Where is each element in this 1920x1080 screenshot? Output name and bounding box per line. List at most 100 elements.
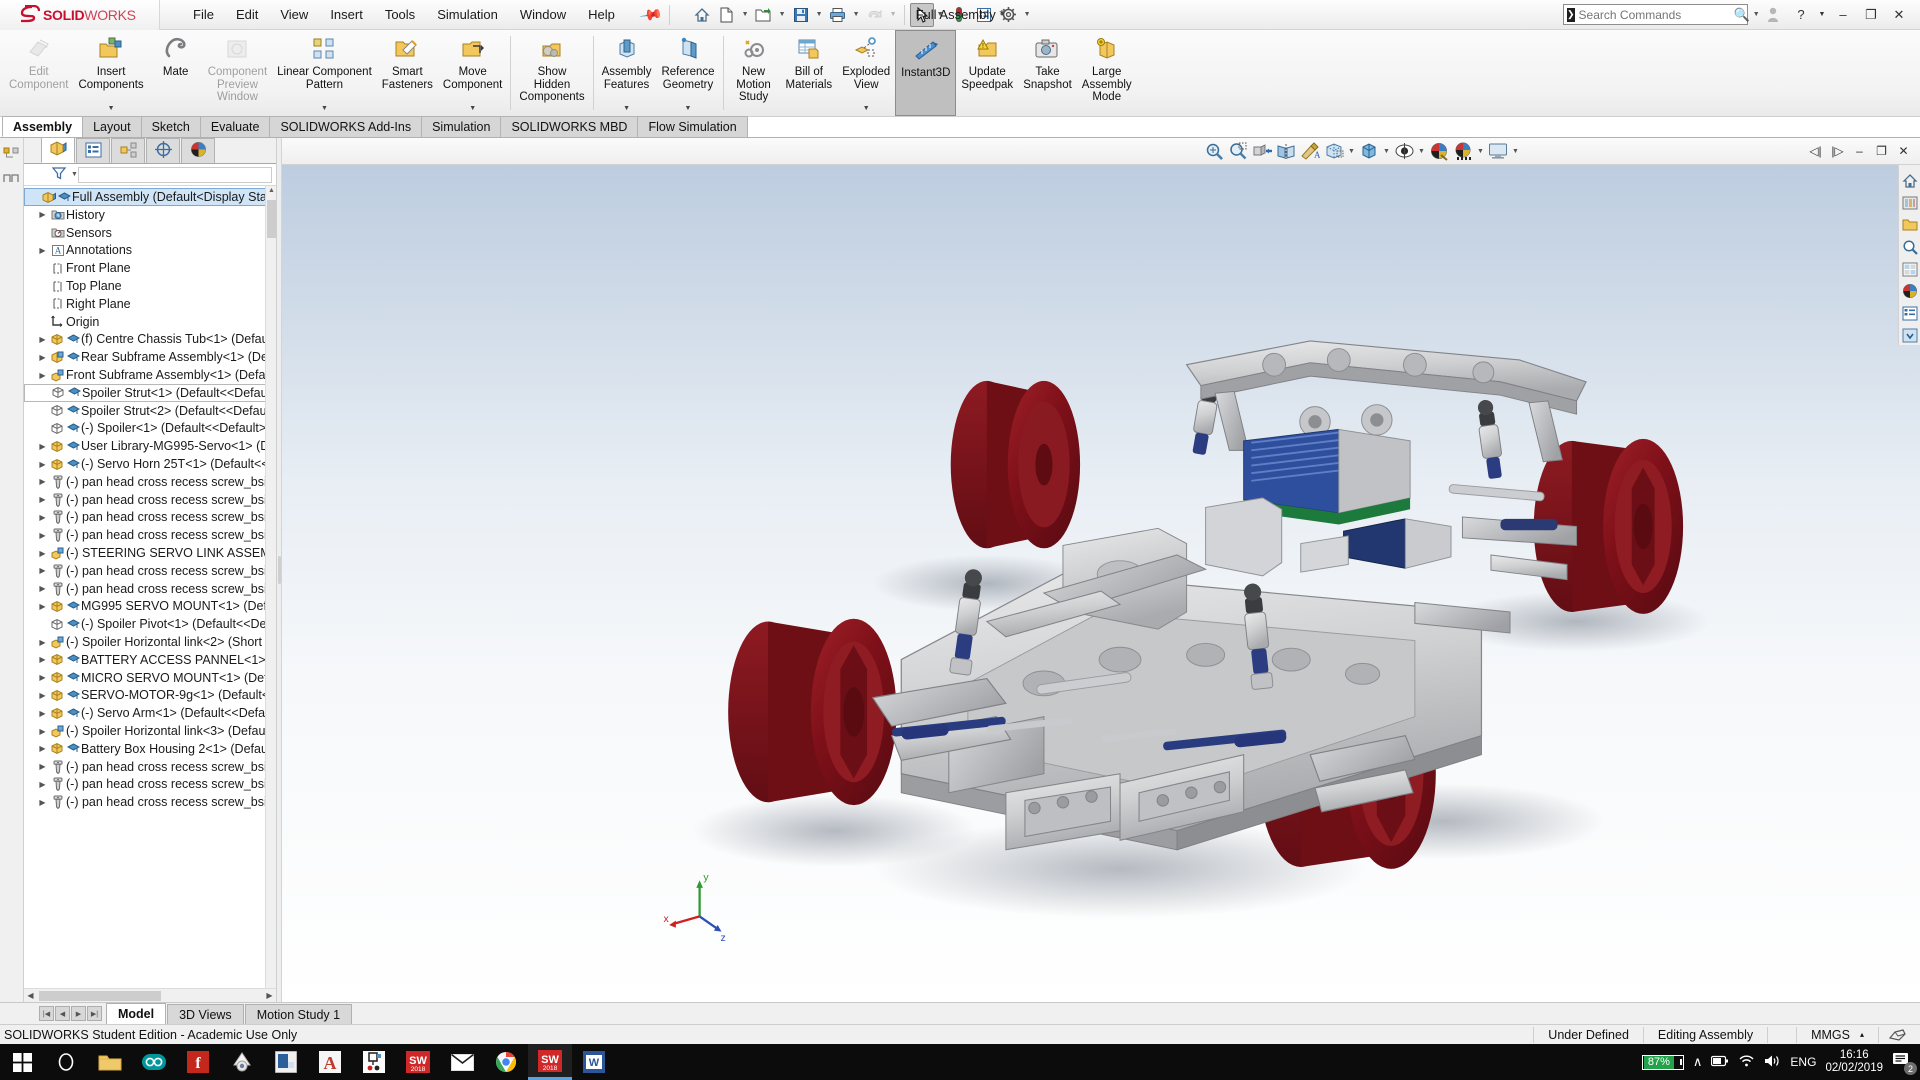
expand-arrow-icon[interactable]: ▶: [36, 566, 49, 575]
options-gear-icon[interactable]: [997, 3, 1021, 27]
menu-tools[interactable]: Tools: [374, 4, 426, 25]
feature-tree-item[interactable]: Front Plane: [24, 259, 276, 277]
expand-arrow-icon[interactable]: ▶: [36, 780, 49, 789]
wifi-icon[interactable]: [1738, 1054, 1755, 1070]
graphics-area[interactable]: A ▼ ▼ ▼ ▼ ▼ ◁| |▷ – ❐ ✕ y x z: [282, 138, 1920, 1002]
expand-arrow-icon[interactable]: ▶: [36, 602, 49, 611]
volume-icon[interactable]: [1764, 1054, 1781, 1071]
filter-caret-icon[interactable]: ▼: [71, 171, 78, 178]
viewport-icon[interactable]: [1486, 139, 1510, 163]
feature-tree-item[interactable]: Spoiler Strut<1> (Default<<Default>_: [24, 383, 276, 402]
scroll-left-icon[interactable]: ◀: [24, 991, 37, 1000]
language-indicator[interactable]: ENG: [1790, 1055, 1816, 1069]
feature-tree-item[interactable]: ▶ BATTERY ACCESS PANNEL<1> (Defau: [24, 651, 276, 669]
feature-tree-item[interactable]: ▶ (-) Spoiler Horizontal link<3> (Default…: [24, 722, 276, 740]
home-icon[interactable]: [690, 3, 714, 27]
feature-tree-item[interactable]: ▶ (-) pan head cross recess screw_bsi<3> …: [24, 509, 276, 527]
command-tab-evaluate[interactable]: Evaluate: [199, 116, 271, 137]
solidworks-2018-active-taskbar-icon[interactable]: SW 2018: [528, 1044, 572, 1080]
expand-arrow-icon[interactable]: ▶: [36, 477, 49, 486]
feature-tree-item[interactable]: ▶ (-) pan head cross recess screw_bsi<5> …: [24, 562, 276, 580]
feature-tree-item[interactable]: ▶ User Library-MG995-Servo<1> (Defau: [24, 437, 276, 455]
feature-tree-item[interactable]: Spoiler Strut<2> (Default<<Default>_: [24, 402, 276, 420]
restore-graphics-window-button[interactable]: ❐: [1871, 141, 1892, 162]
flyout-tree-icon[interactable]: [0, 144, 22, 166]
expand-arrow-icon[interactable]: ▶: [36, 371, 49, 380]
feature-tree-item[interactable]: ▶ Rear Subframe Assembly<1> (Default: [24, 348, 276, 366]
feature-tree-item[interactable]: Origin: [24, 313, 276, 331]
previous-tab-button[interactable]: ◀: [55, 1006, 70, 1021]
close-button[interactable]: ✕: [1886, 3, 1912, 27]
ribbon-move-component-button[interactable]: Move Component ▼: [438, 30, 507, 116]
expand-arrow-icon[interactable]: ▶: [36, 727, 49, 736]
feature-tree-item[interactable]: ▶ (-) pan head cross recess screw_bsi<6> …: [24, 580, 276, 598]
undo-icon[interactable]: [863, 3, 887, 27]
ribbon-large-assembly-mode-button[interactable]: Large Assembly Mode: [1077, 30, 1137, 116]
ribbon-take-snapshot-button[interactable]: Take Snapshot: [1018, 30, 1077, 116]
menu-view[interactable]: View: [269, 4, 319, 25]
edit-appearance-icon[interactable]: A: [1298, 139, 1322, 163]
expand-arrow-icon[interactable]: ▶: [36, 442, 49, 451]
display-style-caret-icon[interactable]: ▼: [1381, 139, 1392, 163]
previous-view-button[interactable]: ◁|: [1805, 141, 1826, 162]
feature-tree-item[interactable]: ▶ (-) pan head cross recess screw_bsi<1> …: [24, 473, 276, 491]
save-icon[interactable]: [789, 3, 813, 27]
ribbon-insert-components-button[interactable]: Insert Components ▼: [73, 30, 148, 116]
drop-panel-icon[interactable]: [1900, 325, 1920, 345]
expand-arrow-icon[interactable]: ▶: [36, 353, 49, 362]
feature-tree-item[interactable]: ▶ (-) pan head cross recess screw_bsi<8> …: [24, 776, 276, 794]
new-document-icon[interactable]: [715, 3, 739, 27]
expand-arrow-icon[interactable]: ▶: [36, 691, 49, 700]
rebuild-icon[interactable]: [947, 3, 971, 27]
feature-tree-item[interactable]: ▶ SERVO-MOTOR-9g<1> (Default<<De: [24, 687, 276, 705]
property-manager-tab[interactable]: [76, 138, 110, 163]
menu-window[interactable]: Window: [509, 4, 577, 25]
fritzing-taskbar-icon[interactable]: [352, 1044, 396, 1080]
display-style-icon[interactable]: [1357, 139, 1381, 163]
hide-show-items-caret-icon[interactable]: ▼: [1416, 139, 1427, 163]
print-icon[interactable]: [826, 3, 850, 27]
feature-tree-item[interactable]: Full Assembly (Default<Display State-1>): [24, 188, 276, 206]
expand-arrow-icon[interactable]: ▶: [36, 638, 49, 647]
hide-show-items-icon[interactable]: [1392, 139, 1416, 163]
expand-arrow-icon[interactable]: ▶: [36, 335, 49, 344]
word-taskbar-icon[interactable]: W: [572, 1044, 616, 1080]
command-tab-sketch[interactable]: Sketch: [140, 116, 201, 137]
search-commands-box[interactable]: ❯ 🔍 ▼: [1563, 4, 1760, 25]
notification-center-icon[interactable]: 2: [1892, 1051, 1917, 1075]
ribbon-dropdown-caret-icon[interactable]: ▼: [469, 105, 476, 116]
feature-tree-item[interactable]: ▶ MICRO SERVO MOUNT<1> (Default<: [24, 669, 276, 687]
feature-tree-item[interactable]: ▶ (-) STEERING SERVO LINK ASSEMBLY<1> (: [24, 544, 276, 562]
section-view-icon[interactable]: [1250, 139, 1274, 163]
next-tab-button[interactable]: ▶: [71, 1006, 86, 1021]
ribbon-update-speedpak-button[interactable]: ! Update Speedpak: [956, 30, 1018, 116]
filter-icon[interactable]: [51, 166, 67, 183]
feature-tree-item[interactable]: ▶ (-) pan head cross recess screw_bsi<7> …: [24, 758, 276, 776]
feature-tree-tab[interactable]: [41, 137, 75, 163]
menu-insert[interactable]: Insert: [319, 4, 374, 25]
ribbon-mate-button[interactable]: Mate: [149, 30, 203, 116]
feature-tree-item[interactable]: ▶ (-) Servo Horn 25T<1> (Default<<Def: [24, 455, 276, 473]
configuration-manager-tab[interactable]: [111, 138, 145, 163]
feature-tree-item[interactable]: ▶ (-) Servo Arm<1> (Default<<Default<: [24, 704, 276, 722]
pdf-reader-taskbar-icon[interactable]: f: [176, 1044, 220, 1080]
file-properties-icon[interactable]: [972, 3, 996, 27]
print-caret-icon[interactable]: ▼: [851, 3, 862, 27]
restore-button[interactable]: ❐: [1858, 3, 1884, 27]
horizontal-scroll-track[interactable]: [37, 990, 263, 1001]
undo-caret-icon[interactable]: ▼: [888, 3, 899, 27]
search-caret-icon[interactable]: ▼: [1753, 11, 1760, 18]
help-caret-icon[interactable]: ▼: [1816, 3, 1828, 27]
show-hidden-icons-chevron[interactable]: ∧: [1693, 1054, 1703, 1070]
open-document-caret-icon[interactable]: ▼: [777, 3, 788, 27]
feature-tree-item[interactable]: ▶ (-) pan head cross recess screw_bsi<2> …: [24, 491, 276, 509]
minimize-button[interactable]: –: [1830, 3, 1856, 27]
command-tab-solidworks-add-ins[interactable]: SOLIDWORKS Add-Ins: [269, 116, 423, 137]
new-document-caret-icon[interactable]: ▼: [740, 3, 751, 27]
expand-arrow-icon[interactable]: ▶: [36, 531, 49, 540]
ribbon-dropdown-caret-icon[interactable]: ▼: [685, 105, 692, 116]
expand-arrow-icon[interactable]: ▶: [36, 673, 49, 682]
options-caret-icon[interactable]: ▼: [1022, 3, 1033, 27]
home-panel-icon[interactable]: [1900, 171, 1920, 191]
help-icon[interactable]: ?: [1788, 3, 1814, 27]
